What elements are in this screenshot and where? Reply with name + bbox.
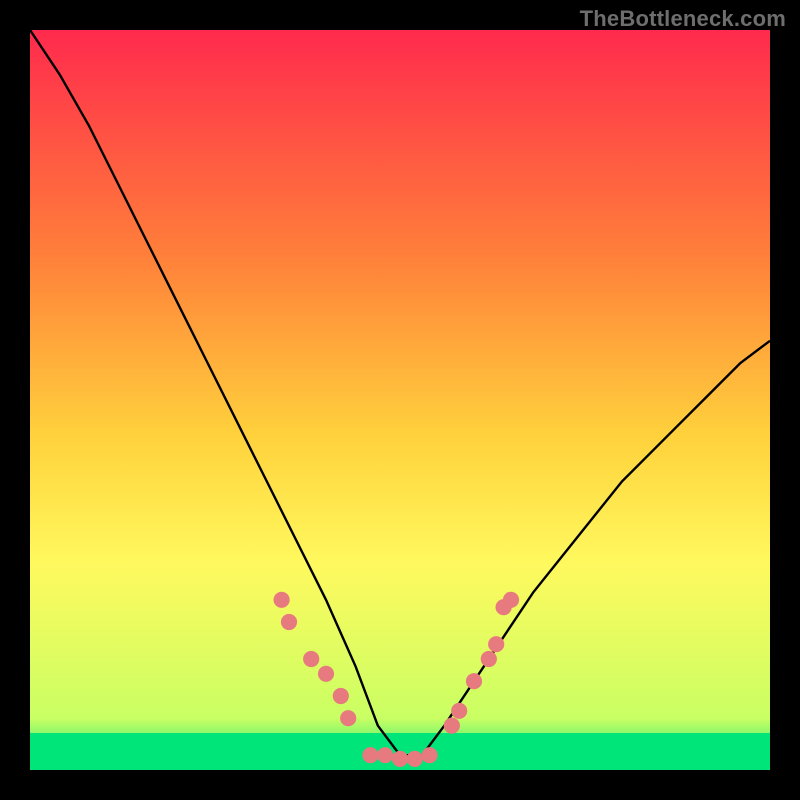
marker-point [444, 718, 460, 734]
marker-point [451, 703, 467, 719]
marker-point [274, 592, 290, 608]
marker-point [362, 747, 378, 763]
background-gradient [30, 30, 770, 770]
watermark-text: TheBottleneck.com [580, 6, 786, 32]
marker-point [318, 666, 334, 682]
marker-point [303, 651, 319, 667]
marker-point [281, 614, 297, 630]
marker-point [466, 673, 482, 689]
marker-point [340, 710, 356, 726]
marker-point [392, 751, 408, 767]
marker-point [407, 751, 423, 767]
marker-point [422, 747, 438, 763]
plot-area [30, 30, 770, 770]
marker-point [488, 636, 504, 652]
marker-point [333, 688, 349, 704]
marker-point [377, 747, 393, 763]
chart-svg [30, 30, 770, 770]
marker-point [481, 651, 497, 667]
marker-point [503, 592, 519, 608]
chart-container: TheBottleneck.com [0, 0, 800, 800]
